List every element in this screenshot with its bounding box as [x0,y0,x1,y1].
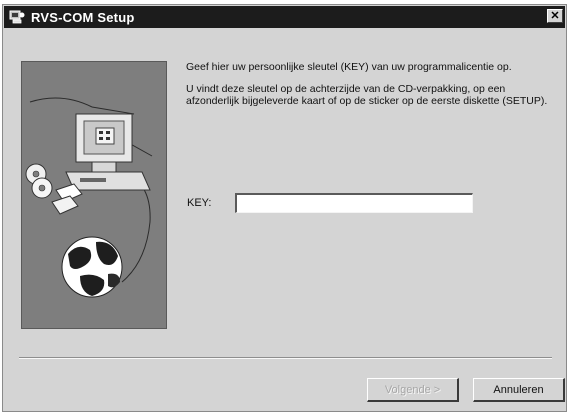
close-icon: ✕ [550,9,560,22]
instruction-text-location: U vindt deze sleutel op de achterzijde v… [186,83,548,107]
side-illustration-panel [21,61,167,329]
key-input[interactable] [235,193,473,213]
close-button[interactable]: ✕ [547,9,563,23]
instruction-text-key: Geef hier uw persoonlijke sleutel (KEY) … [186,61,512,73]
setup-window: RVS-COM Setup ✕ Geef hier uw persoonlijk… [2,4,567,412]
window-title: RVS-COM Setup [31,9,135,25]
button-divider [19,357,552,359]
computer-cd-globe-illustration [25,97,153,298]
title-bar[interactable]: RVS-COM Setup ✕ [4,6,565,28]
next-button[interactable]: Volgende > [367,378,459,402]
key-label: KEY: [187,197,212,209]
instructions: Geef hier uw persoonlijke sleutel (KEY) … [186,61,561,117]
cancel-button[interactable]: Annuleren [473,378,565,402]
key-row: KEY: [187,193,473,213]
setup-icon [9,10,25,24]
